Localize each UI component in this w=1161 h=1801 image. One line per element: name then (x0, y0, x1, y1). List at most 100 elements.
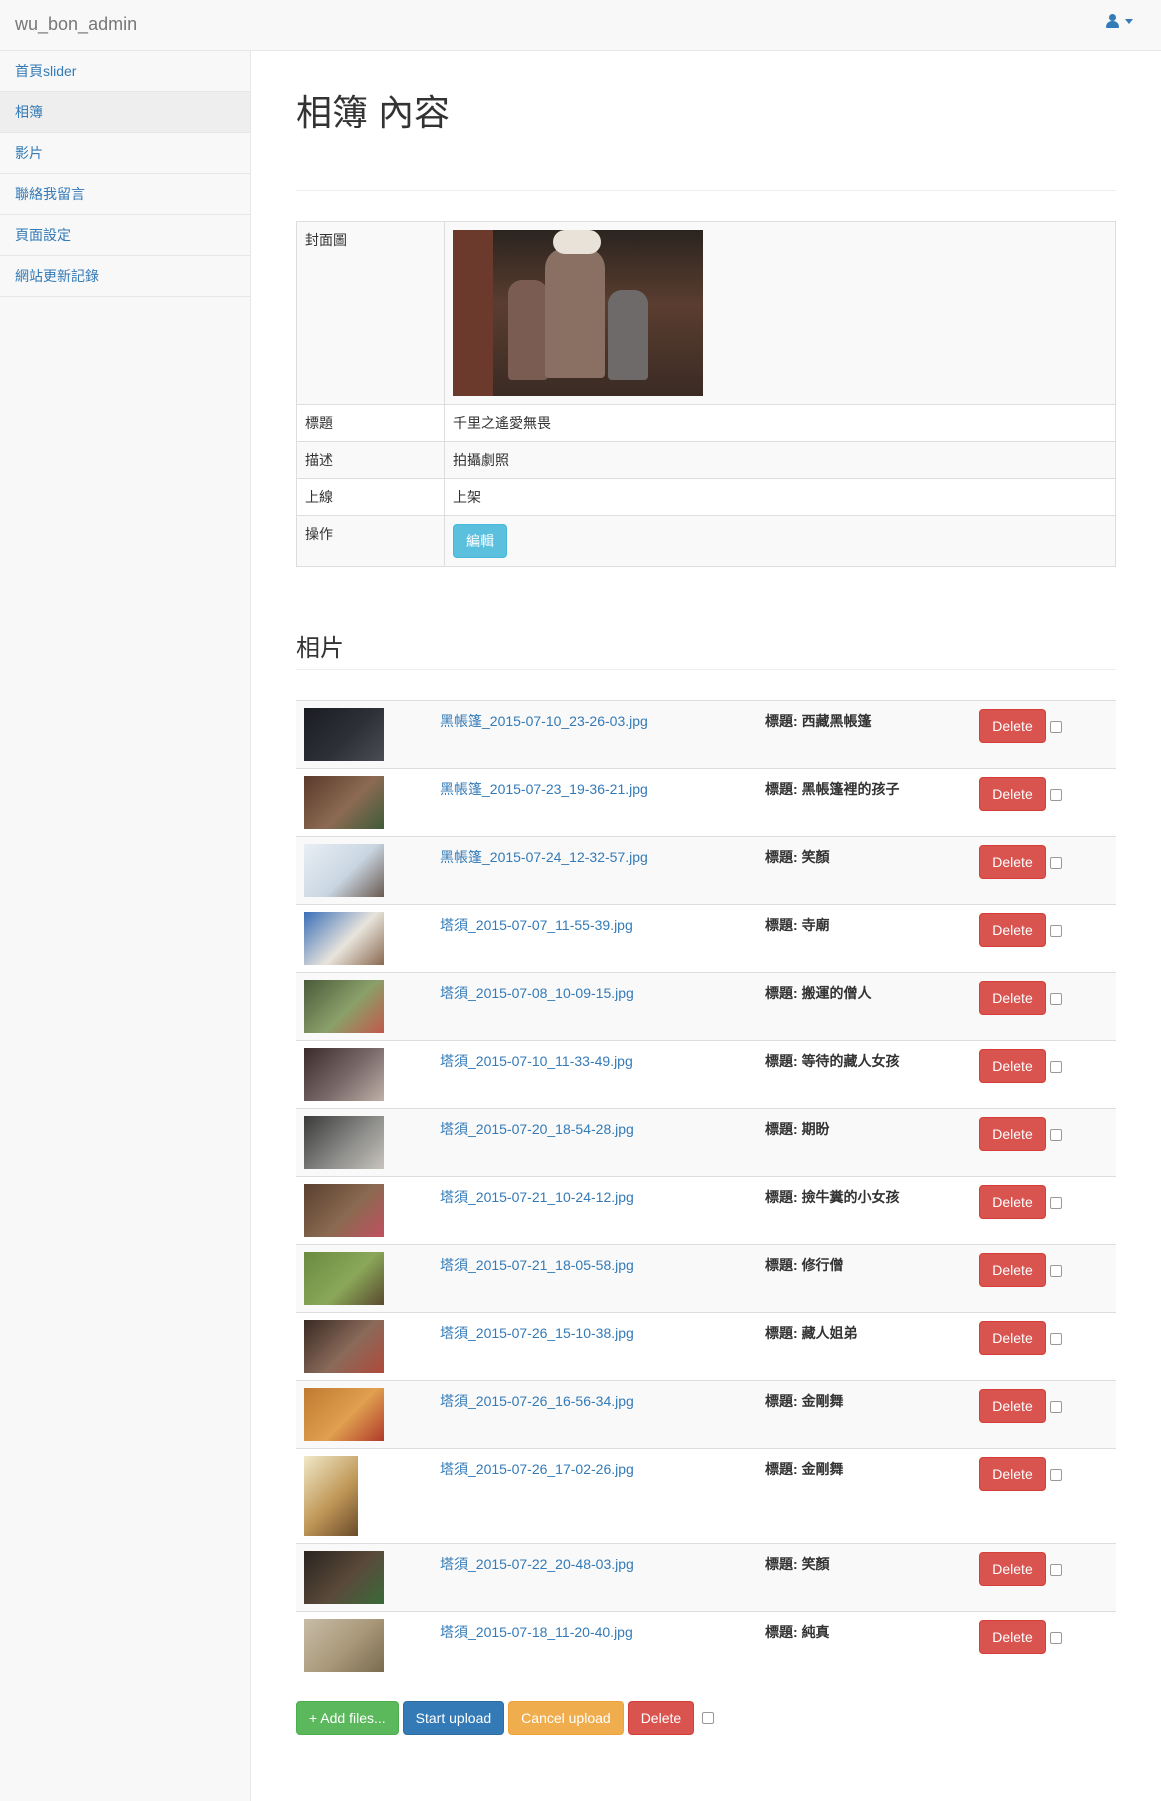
photo-filename-link[interactable]: 塔須_2015-07-07_11-55-39.jpg (440, 917, 633, 933)
photo-thumbnail[interactable] (304, 1048, 384, 1101)
select-checkbox[interactable] (1050, 789, 1062, 802)
photo-title-value: 笑顏 (801, 849, 830, 865)
photo-row: 塔須_2015-07-26_15-10-38.jpg 標題: 藏人姐弟 Delete (296, 1312, 1116, 1381)
photo-filename-link[interactable]: 塔須_2015-07-26_16-56-34.jpg (440, 1393, 634, 1409)
photo-filename-link[interactable]: 塔須_2015-07-21_18-05-58.jpg (440, 1257, 634, 1273)
delete-button[interactable]: Delete (979, 777, 1046, 811)
sidebar-item-update-log[interactable]: 網站更新記錄 (0, 256, 250, 297)
photo-filename-link[interactable]: 塔須_2015-07-18_11-20-40.jpg (440, 1624, 633, 1640)
photo-title-value: 修行僧 (801, 1257, 844, 1273)
photo-thumbnail[interactable] (304, 1252, 384, 1305)
photo-row: 黑帳篷_2015-07-24_12-32-57.jpg 標題: 笑顏 Delete (296, 836, 1116, 905)
delete-button[interactable]: Delete (979, 1389, 1046, 1423)
select-checkbox[interactable] (1050, 1197, 1062, 1210)
photo-title-value: 笑顏 (801, 1556, 830, 1572)
select-checkbox[interactable] (1050, 857, 1062, 870)
select-checkbox[interactable] (1050, 993, 1062, 1006)
photo-title-label: 標題: (765, 1624, 798, 1640)
user-menu[interactable] (1106, 14, 1133, 28)
photo-title-value: 藏人姐弟 (801, 1325, 858, 1341)
photo-title-value: 黑帳篷裡的孩子 (801, 781, 900, 797)
select-checkbox[interactable] (1050, 1129, 1062, 1142)
bulk-delete-button[interactable]: Delete (627, 1701, 695, 1735)
delete-button[interactable]: Delete (979, 709, 1046, 743)
edit-button[interactable]: 編輯 (453, 524, 507, 558)
delete-button[interactable]: Delete (979, 845, 1046, 879)
sidebar: 首頁slider 相簿 影片 聯絡我留言 頁面設定 網站更新記錄 (0, 51, 251, 1801)
photo-thumbnail[interactable] (304, 1388, 384, 1441)
main-content: 相簿 內容 封面圖 標題 千里之遙愛無畏 描述 拍攝劇照 上線 上架 操作 編輯 (296, 51, 1116, 1735)
photo-filename-link[interactable]: 黑帳篷_2015-07-24_12-32-57.jpg (440, 849, 648, 865)
photo-thumbnail[interactable] (304, 1184, 384, 1237)
photo-thumbnail[interactable] (304, 1551, 384, 1604)
photo-thumbnail[interactable] (304, 980, 384, 1033)
delete-button[interactable]: Delete (979, 1049, 1046, 1083)
select-checkbox[interactable] (1050, 1265, 1062, 1278)
delete-button[interactable]: Delete (979, 1552, 1046, 1586)
photo-row: 塔須_2015-07-07_11-55-39.jpg 標題: 寺廟 Delete (296, 904, 1116, 973)
sidebar-item-videos[interactable]: 影片 (0, 133, 250, 174)
description-value: 拍攝劇照 (444, 441, 1116, 479)
photo-thumbnail[interactable] (304, 776, 384, 829)
cover-label: 封面圖 (296, 221, 445, 405)
delete-button[interactable]: Delete (979, 1185, 1046, 1219)
photo-table: 黑帳篷_2015-07-10_23-26-03.jpg 標題: 西藏黑帳篷 Dele… (296, 700, 1116, 1679)
photo-thumbnail[interactable] (304, 1456, 358, 1536)
select-checkbox[interactable] (1050, 1632, 1062, 1645)
photo-row: 塔須_2015-07-08_10-09-15.jpg 標題: 搬運的僧人 Delet… (296, 972, 1116, 1041)
photo-row: 塔須_2015-07-10_11-33-49.jpg 標題: 等待的藏人女孩 Del… (296, 1040, 1116, 1109)
photo-thumbnail[interactable] (304, 1619, 384, 1672)
select-checkbox[interactable] (1050, 721, 1062, 734)
sidebar-item-slider[interactable]: 首頁slider (0, 51, 250, 92)
photo-title-label: 標題: (765, 849, 798, 865)
select-all-checkbox[interactable] (702, 1712, 715, 1724)
photo-row: 塔須_2015-07-21_18-05-58.jpg 標題: 修行僧 Delete (296, 1244, 1116, 1313)
photo-filename-link[interactable]: 黑帳篷_2015-07-10_23-26-03.jpg (440, 713, 648, 729)
delete-button[interactable]: Delete (979, 1620, 1046, 1654)
photo-title-value: 寺廟 (801, 917, 830, 933)
caret-down-icon (1125, 18, 1133, 24)
photo-title-value: 西藏黑帳篷 (801, 713, 872, 729)
top-navbar: wu_bon_admin (0, 0, 1161, 51)
user-icon (1106, 14, 1119, 28)
select-checkbox[interactable] (1050, 925, 1062, 938)
photo-filename-link[interactable]: 塔須_2015-07-08_10-09-15.jpg (440, 985, 634, 1001)
photo-filename-link[interactable]: 塔須_2015-07-20_18-54-28.jpg (440, 1121, 634, 1137)
photo-title-label: 標題: (765, 985, 798, 1001)
photo-thumbnail[interactable] (304, 912, 384, 965)
delete-button[interactable]: Delete (979, 1321, 1046, 1355)
delete-button[interactable]: Delete (979, 981, 1046, 1015)
start-upload-button[interactable]: Start upload (402, 1701, 505, 1735)
delete-button[interactable]: Delete (979, 1253, 1046, 1287)
select-checkbox[interactable] (1050, 1061, 1062, 1074)
photo-filename-link[interactable]: 塔須_2015-07-21_10-24-12.jpg (440, 1189, 634, 1205)
delete-button[interactable]: Delete (979, 1457, 1046, 1491)
select-checkbox[interactable] (1050, 1333, 1062, 1346)
photo-filename-link[interactable]: 塔須_2015-07-10_11-33-49.jpg (440, 1053, 633, 1069)
photo-row: 塔須_2015-07-21_10-24-12.jpg 標題: 撿牛糞的小女孩 Del… (296, 1176, 1116, 1245)
sidebar-item-messages[interactable]: 聯絡我留言 (0, 174, 250, 215)
cancel-upload-button[interactable]: Cancel upload (508, 1701, 624, 1735)
photo-title-value: 金剛舞 (801, 1461, 844, 1477)
photo-thumbnail[interactable] (304, 1320, 384, 1373)
add-files-button[interactable]: + Add files... (296, 1701, 399, 1735)
select-checkbox[interactable] (1050, 1469, 1062, 1482)
photo-thumbnail[interactable] (304, 844, 384, 897)
select-checkbox[interactable] (1050, 1564, 1062, 1577)
photo-row: 塔須_2015-07-26_16-56-34.jpg 標題: 金剛舞 Delete (296, 1380, 1116, 1449)
photo-thumbnail[interactable] (304, 708, 384, 761)
delete-button[interactable]: Delete (979, 1117, 1046, 1151)
page-title: 相簿 內容 (296, 93, 1116, 191)
sidebar-item-albums[interactable]: 相簿 (0, 92, 250, 133)
photo-filename-link[interactable]: 塔須_2015-07-26_15-10-38.jpg (440, 1325, 634, 1341)
photo-thumbnail[interactable] (304, 1116, 384, 1169)
delete-button[interactable]: Delete (979, 913, 1046, 947)
photo-filename-link[interactable]: 黑帳篷_2015-07-23_19-36-21.jpg (440, 781, 648, 797)
select-checkbox[interactable] (1050, 1401, 1062, 1414)
photo-filename-link[interactable]: 塔須_2015-07-26_17-02-26.jpg (440, 1461, 634, 1477)
sidebar-item-page-settings[interactable]: 頁面設定 (0, 215, 250, 256)
title-label: 標題 (296, 404, 445, 442)
brand[interactable]: wu_bon_admin (15, 14, 137, 35)
photo-row: 黑帳篷_2015-07-10_23-26-03.jpg 標題: 西藏黑帳篷 Dele… (296, 700, 1116, 769)
photo-filename-link[interactable]: 塔須_2015-07-22_20-48-03.jpg (440, 1556, 634, 1572)
